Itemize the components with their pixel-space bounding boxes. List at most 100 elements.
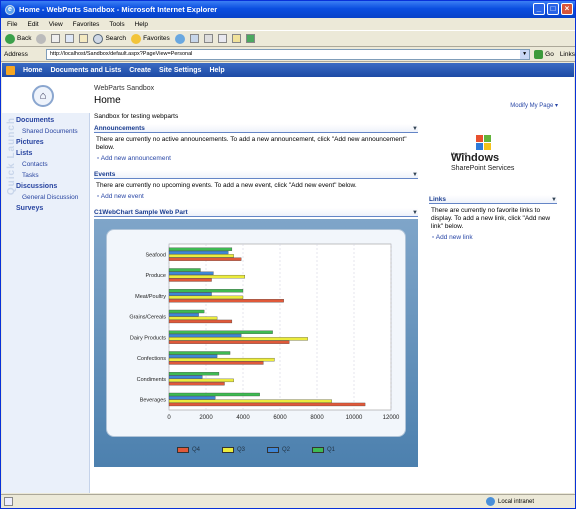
y-tick-label: Condiments [137, 377, 167, 383]
chevron-down-icon[interactable]: ▼ [520, 49, 530, 59]
main-zone: Sandbox for testing webparts Announcemen… [94, 113, 418, 493]
legend-swatch [176, 447, 189, 453]
ql-documents[interactable]: Documents [16, 115, 89, 126]
page-header: ⌂ WebParts Sandbox Home Modify My Page ▾ [2, 77, 574, 113]
messenger-icon[interactable] [245, 34, 255, 43]
edit-icon[interactable] [217, 34, 227, 43]
x-tick-label: 2000 [199, 415, 213, 421]
y-tick-label: Seafood [146, 252, 167, 258]
ql-shared-documents[interactable]: Shared Documents [22, 126, 89, 137]
search-button[interactable]: Search [93, 33, 126, 44]
mail-icon[interactable] [189, 34, 199, 43]
y-tick-label: Beverages [140, 398, 167, 404]
window-title: Home - WebParts Sandbox - Microsoft Inte… [19, 5, 218, 14]
ql-discussions[interactable]: Discussions [16, 181, 89, 192]
announcements-title[interactable]: Announcements [94, 125, 145, 132]
menu-favorites[interactable]: Favorites [73, 21, 100, 28]
chart-area: 0 2000 4000 6000 8000 10000 12000 Seafood Produc… [106, 229, 406, 437]
bar [168, 316, 218, 320]
bar [168, 372, 220, 376]
close-button[interactable]: × [561, 3, 573, 15]
chart-webpart-title: C1WebChart Sample Web Part [94, 209, 188, 216]
ql-tasks[interactable]: Tasks [22, 170, 89, 181]
nav-home[interactable]: Home [23, 67, 42, 74]
menu-view[interactable]: View [49, 21, 63, 28]
webpart-menu-icon[interactable]: ▼ [551, 197, 557, 203]
favorites-button[interactable]: Favorites [131, 33, 170, 44]
add-event-link[interactable]: ▫ Add new event [94, 193, 418, 200]
page-icon [4, 497, 13, 506]
windows-sharepoint-services-logo: Microsoft Windows SharePoint Services [451, 135, 551, 185]
status-bar: Local intranet [1, 494, 575, 508]
print-icon[interactable] [203, 34, 213, 43]
bar [168, 313, 199, 317]
windows-flag-icon [476, 135, 492, 151]
bar [168, 292, 212, 296]
maximize-button[interactable]: □ [547, 3, 559, 15]
forward-arrow-icon[interactable] [36, 33, 47, 44]
bar [168, 396, 216, 400]
bar [168, 337, 308, 341]
webpart-menu-icon[interactable]: ▼ [412, 210, 418, 216]
chart-legend: Q4 Q3 Q2 Q1 [94, 447, 418, 453]
links-toolbar[interactable]: Links [560, 51, 575, 58]
announcements-body: There are currently no active announceme… [96, 136, 407, 151]
refresh-icon[interactable] [65, 34, 75, 43]
ql-pictures[interactable]: Pictures [16, 137, 89, 148]
go-arrow-icon [534, 49, 544, 59]
legend-q4: Q4 [176, 447, 200, 453]
add-link-link[interactable]: ▫ Add new link [429, 234, 557, 241]
site-name: WebParts Sandbox [94, 85, 155, 92]
address-bar: Address http://localhost/Sandbox/default… [1, 47, 575, 62]
links-webpart: Links ▼ There are currently no favorite … [429, 195, 557, 249]
x-tick-label: 6000 [273, 415, 287, 421]
go-button[interactable]: Go [534, 49, 554, 59]
links-title[interactable]: Links [429, 196, 446, 203]
ql-contacts[interactable]: Contacts [22, 159, 89, 170]
back-button[interactable]: Back [5, 33, 31, 44]
history-icon[interactable] [174, 33, 185, 44]
bar [168, 254, 234, 258]
y-tick-label: Produce [146, 273, 167, 279]
menu-bar: File Edit View Favorites Tools Help [1, 18, 575, 30]
x-tick-label: 8000 [310, 415, 324, 421]
chart-panel: 0 2000 4000 6000 8000 10000 12000 Seafood Produc… [94, 219, 418, 467]
bar [168, 309, 205, 314]
modify-my-page-menu[interactable]: Modify My Page ▾ [510, 102, 558, 109]
legend-swatch [221, 447, 234, 453]
y-tick-label: Meat/Poultry [135, 294, 166, 300]
stop-icon[interactable] [51, 34, 61, 43]
y-tick-label: Dairy Products [130, 335, 166, 341]
events-webpart-header: Events ▼ [94, 170, 418, 179]
bar [168, 382, 225, 386]
x-tick-label: 12000 [383, 415, 400, 421]
menu-file[interactable]: File [7, 21, 17, 28]
address-input[interactable]: http://localhost/Sandbox/default.aspx?Pa… [45, 48, 531, 60]
nav-site-settings[interactable]: Site Settings [159, 67, 201, 74]
menu-help[interactable]: Help [135, 21, 148, 28]
bar [168, 299, 284, 303]
minimize-button[interactable]: _ [533, 3, 545, 15]
bar [168, 274, 245, 279]
ql-lists[interactable]: Lists [16, 148, 89, 159]
quick-launch: Quick Launch Documents Shared Documents … [2, 113, 90, 493]
bar [168, 392, 260, 397]
legend-q1: Q1 [312, 447, 335, 453]
nav-help[interactable]: Help [209, 67, 224, 74]
add-announcement-link[interactable]: ▫ Add new announcement [94, 155, 418, 162]
nav-create[interactable]: Create [129, 67, 151, 74]
folder-icon[interactable] [231, 34, 241, 43]
ql-general-discussion[interactable]: General Discussion [22, 192, 89, 203]
menu-edit[interactable]: Edit [27, 21, 38, 28]
security-zone: Local intranet [486, 497, 534, 506]
home-icon[interactable] [79, 34, 89, 43]
nav-documents-and-lists[interactable]: Documents and Lists [50, 67, 121, 74]
webpart-menu-icon[interactable]: ▼ [412, 172, 418, 178]
webpart-menu-icon[interactable]: ▼ [412, 126, 418, 132]
events-title[interactable]: Events [94, 171, 115, 178]
ql-surveys[interactable]: Surveys [16, 203, 89, 214]
x-tick-label: 10000 [346, 415, 363, 421]
globe-icon [486, 497, 495, 506]
bar [168, 402, 366, 407]
menu-tools[interactable]: Tools [109, 21, 124, 28]
